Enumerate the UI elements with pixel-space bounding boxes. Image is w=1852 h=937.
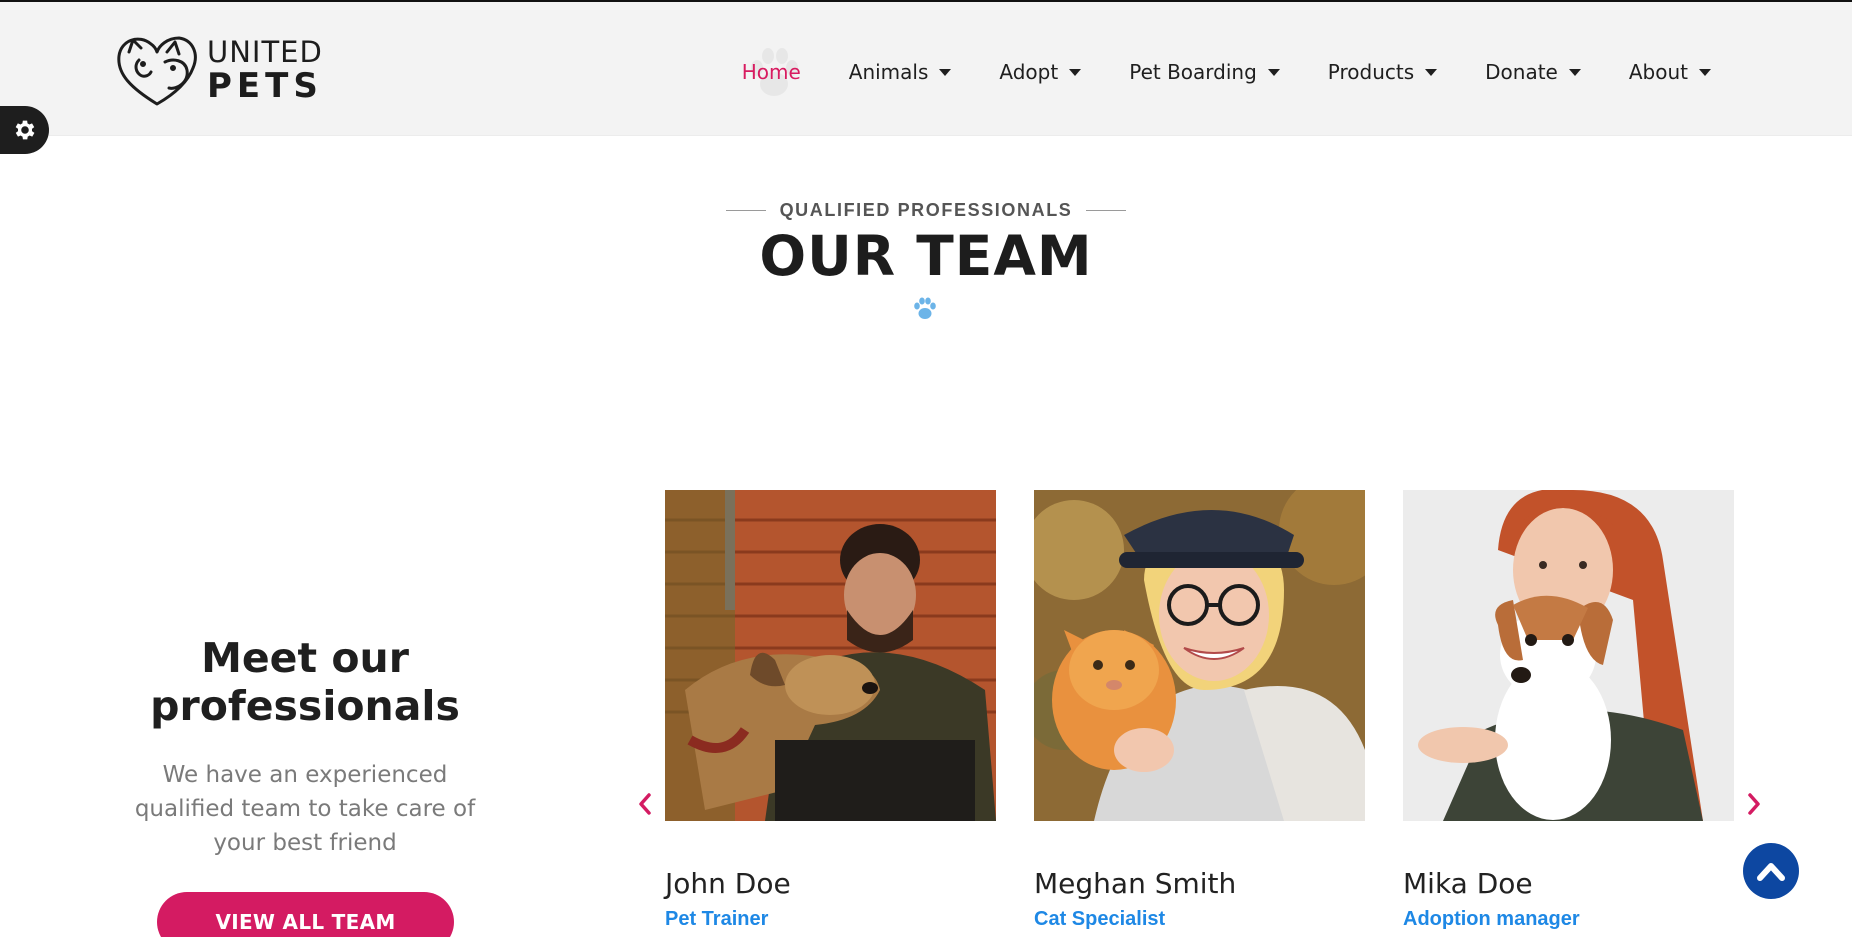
brand-line1: UNITED xyxy=(207,34,323,69)
nav-item-donate[interactable]: Donate xyxy=(1485,60,1581,84)
logo-mark-icon xyxy=(117,36,197,106)
team-photo-woman-with-cat xyxy=(1034,490,1365,821)
paw-icon xyxy=(914,297,936,319)
site-header: UNITED PETS Home Animals Adopt Pet Board… xyxy=(0,2,1852,136)
team-member-name: Meghan Smith xyxy=(1034,867,1237,900)
nav-label: Pet Boarding xyxy=(1129,60,1257,84)
section-eyebrow: QUALIFIED PROFESSIONALS xyxy=(0,200,1852,221)
team-member-role: Pet Trainer xyxy=(665,908,769,930)
scroll-to-top-button[interactable] xyxy=(1743,843,1799,899)
team-card[interactable]: John Doe Pet Trainer xyxy=(665,490,996,931)
team-photo-woman-with-puppy xyxy=(1403,490,1734,821)
divider xyxy=(725,210,766,211)
team-card[interactable]: Mika Doe Adoption manager xyxy=(1403,490,1734,931)
caret-down-icon xyxy=(1425,68,1438,76)
caret-down-icon xyxy=(1267,68,1280,76)
chevron-left-icon xyxy=(639,793,651,815)
divider xyxy=(1086,210,1127,211)
nav-label: Products xyxy=(1327,60,1415,84)
team-photo-man-with-dog xyxy=(665,490,996,821)
photo-illustration xyxy=(1403,490,1734,821)
photo-illustration xyxy=(1034,490,1365,821)
nav-label: Donate xyxy=(1485,60,1558,84)
nav-item-animals[interactable]: Animals xyxy=(849,60,952,84)
eyebrow-text: QUALIFIED PROFESSIONALS xyxy=(779,200,1073,220)
carousel-prev-button[interactable] xyxy=(633,792,657,816)
carousel-next-button[interactable] xyxy=(1742,792,1766,816)
brand-logo[interactable]: UNITED PETS xyxy=(113,30,323,110)
team-member-role: Adoption manager xyxy=(1403,908,1580,930)
team-member-name: Mika Doe xyxy=(1403,867,1533,900)
team-card[interactable]: Meghan Smith Cat Specialist xyxy=(1034,490,1365,931)
caret-down-icon xyxy=(1699,68,1711,76)
section-title: OUR TEAM xyxy=(759,224,1093,288)
nav-label: About xyxy=(1628,60,1688,84)
caret-down-icon xyxy=(1069,68,1082,76)
chevron-up-icon xyxy=(1757,863,1785,881)
team-member-role: Cat Specialist xyxy=(1034,908,1166,930)
caret-down-icon xyxy=(1568,68,1581,76)
nav-label: Adopt xyxy=(999,60,1059,84)
nav-item-products[interactable]: Products xyxy=(1327,60,1438,84)
view-all-team-button[interactable]: VIEW ALL TEAM xyxy=(157,892,454,937)
nav-item-home[interactable]: Home xyxy=(741,48,801,96)
brand-wordmark: UNITED PETS xyxy=(207,34,323,106)
team-member-name: John Doe xyxy=(665,867,791,900)
settings-toggle[interactable] xyxy=(0,106,49,154)
nav-label: Home xyxy=(741,60,801,84)
intro-title: Meet our professionals xyxy=(150,634,460,730)
main-nav: Home Animals Adopt Pet Boarding Products… xyxy=(741,48,1711,96)
chevron-right-icon xyxy=(1748,793,1760,815)
nav-label: Animals xyxy=(848,60,929,84)
caret-down-icon xyxy=(939,68,952,76)
nav-item-adopt[interactable]: Adopt xyxy=(999,60,1082,84)
photo-illustration xyxy=(665,490,996,821)
intro-text: We have an experienced qualified team to… xyxy=(134,762,476,856)
gear-icon xyxy=(15,120,34,140)
brand-line2: PETS xyxy=(207,65,323,106)
nav-item-pet-boarding[interactable]: Pet Boarding xyxy=(1129,60,1280,84)
nav-item-about[interactable]: About xyxy=(1629,60,1711,84)
